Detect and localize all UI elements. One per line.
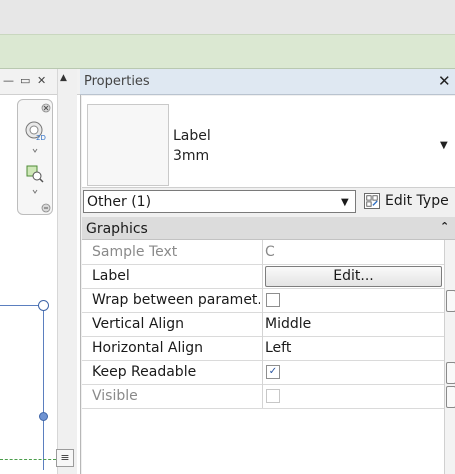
visible-checkbox xyxy=(266,389,280,403)
property-row-visible: Visible xyxy=(82,384,444,409)
zoom-region-icon[interactable] xyxy=(24,163,46,185)
scroll-thumb[interactable] xyxy=(446,386,455,408)
type-preview-image xyxy=(87,104,169,186)
wrap-checkbox[interactable] xyxy=(266,293,280,307)
property-value[interactable]: Left xyxy=(265,340,291,356)
property-row-label: Label Edit... xyxy=(82,264,444,289)
edit-label-button[interactable]: Edit... xyxy=(265,266,442,287)
minimize-icon[interactable]: — xyxy=(3,75,14,87)
property-name: Label xyxy=(92,268,130,284)
collapse-icon[interactable]: ⌃ xyxy=(440,220,449,233)
property-row-horizontal-align[interactable]: Horizontal Align Left xyxy=(82,336,444,361)
property-value: C xyxy=(265,244,275,260)
scroll-up-icon[interactable]: ▲ xyxy=(60,73,67,83)
property-row-vertical-align[interactable]: Vertical Align Middle xyxy=(82,312,444,337)
edit-type-icon xyxy=(364,193,380,209)
nav-bar-options-icon[interactable] xyxy=(41,203,51,213)
property-grid-scrollbar[interactable] xyxy=(444,240,455,474)
property-row-wrap-between-parameters: Wrap between paramet... xyxy=(82,288,444,313)
group-label: Graphics xyxy=(86,221,148,237)
panel-title: Properties xyxy=(84,74,150,89)
reference-dashed-line xyxy=(0,459,56,460)
drag-grip-icon[interactable] xyxy=(39,412,48,421)
filter-selected-value: Other (1) xyxy=(87,194,152,210)
type-name: 3mm xyxy=(173,148,210,164)
property-row-sample-text: Sample Text C xyxy=(82,240,444,265)
ribbon-strip xyxy=(0,34,455,69)
view-boundary-line xyxy=(43,305,44,470)
property-name: Wrap between paramet... xyxy=(92,292,260,308)
svg-text:2D: 2D xyxy=(36,134,46,142)
type-family-name: Label xyxy=(173,128,211,144)
navigation-bar: 2D xyxy=(17,99,53,215)
property-name: Horizontal Align xyxy=(92,340,204,356)
restore-icon[interactable]: ▭ xyxy=(20,75,30,87)
chevron-down-icon[interactable]: ▼ xyxy=(341,197,349,208)
view-scrollbar[interactable] xyxy=(57,69,77,474)
steering-wheel-2d-icon[interactable]: 2D xyxy=(24,120,46,142)
keep-readable-checkbox[interactable]: ✓ xyxy=(266,365,280,379)
close-icon[interactable]: ✕ xyxy=(438,72,451,90)
chevron-down-icon[interactable] xyxy=(24,147,46,155)
scroll-thumb[interactable] xyxy=(446,362,455,384)
scroll-thumb[interactable] xyxy=(446,290,455,312)
top-toolbar xyxy=(0,0,455,34)
property-name: Vertical Align xyxy=(92,316,184,332)
view-close-icon[interactable]: ✕ xyxy=(37,75,46,87)
rotate-handle-icon[interactable] xyxy=(38,300,49,311)
property-name: Keep Readable xyxy=(92,364,197,380)
edit-type-label: Edit Type xyxy=(385,193,449,209)
property-name: Visible xyxy=(92,388,138,404)
property-name: Sample Text xyxy=(92,244,178,260)
nav-bar-close-icon[interactable] xyxy=(41,103,51,113)
list-icon[interactable]: ≡ xyxy=(56,449,74,467)
chevron-down-icon[interactable] xyxy=(24,188,46,196)
property-value[interactable]: Middle xyxy=(265,316,311,332)
chevron-down-icon[interactable]: ▼ xyxy=(440,140,448,151)
property-row-keep-readable: Keep Readable ✓ xyxy=(82,360,444,385)
